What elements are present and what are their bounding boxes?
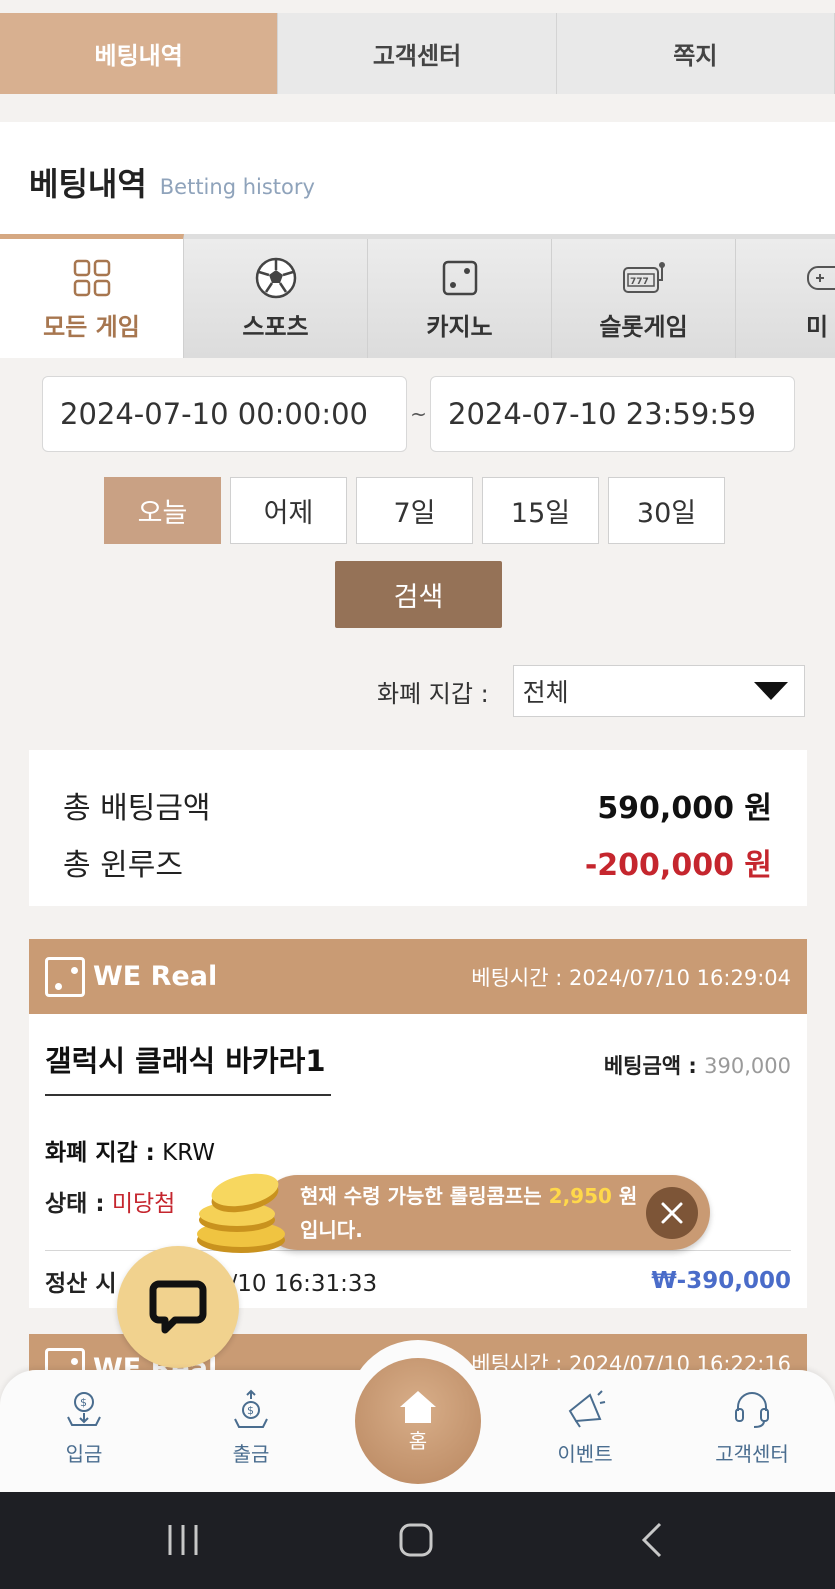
- withdraw-icon: $: [231, 1386, 271, 1432]
- system-nav-bar: [0, 1492, 835, 1589]
- back-icon[interactable]: [637, 1520, 667, 1560]
- page-header: 베팅내역 Betting history: [0, 122, 835, 234]
- bet-amount-value: 390,000: [704, 1054, 791, 1078]
- toast-text-line2: 입니다.: [300, 1217, 363, 1242]
- coins-icon: [193, 1168, 293, 1258]
- nav-label: 출금: [232, 1442, 270, 1466]
- wallet-info-value: KRW: [162, 1140, 216, 1166]
- rolling-comp-toast: 현재 수령 가능한 롤링콤프는 2,950 원 입니다.: [260, 1175, 710, 1250]
- game-tab-label: 슬롯게임: [599, 313, 688, 341]
- game-tab-all[interactable]: 모든 게임: [0, 234, 184, 358]
- date-separator: ~: [410, 402, 427, 426]
- end-date-input[interactable]: 2024-07-10 23:59:59: [430, 376, 795, 452]
- game-tab-sports[interactable]: 스포츠: [184, 239, 368, 358]
- provider: WE Real: [45, 956, 218, 997]
- game-tab-casino[interactable]: 카지노: [368, 239, 552, 358]
- nav-label: 홈: [408, 1428, 428, 1453]
- soccer-ball-icon: [255, 255, 297, 301]
- bet-time-label: 베팅시간 :: [471, 965, 563, 990]
- total-bet-value: 590,000 원: [597, 790, 772, 826]
- nav-label: 고객센터: [715, 1442, 789, 1466]
- dice-icon: [45, 956, 85, 997]
- game-tab-label: 스포츠: [242, 313, 309, 341]
- page-title: 베팅내역: [29, 165, 147, 203]
- wallet-info-label: 화폐 지갑 :: [45, 1140, 155, 1166]
- wallet-filter-label: 화폐 지갑 :: [377, 679, 489, 708]
- toast-amount: 2,950: [548, 1183, 612, 1208]
- wallet-filter: 화폐 지갑 : 전체: [377, 665, 805, 717]
- start-date-input[interactable]: 2024-07-10 00:00:00: [42, 376, 407, 452]
- provider-name: WE Real: [93, 961, 218, 992]
- total-bet-label: 총 배팅금액: [63, 790, 211, 826]
- svg-text:$: $: [247, 1404, 254, 1417]
- settlement-label: 정산 시: [45, 1271, 117, 1297]
- period-30days-button[interactable]: 30일: [608, 477, 725, 544]
- recent-apps-icon[interactable]: [165, 1520, 201, 1560]
- game-tab-slots[interactable]: 777 슬롯게임: [552, 239, 736, 358]
- settlement-amount: ₩-390,000: [651, 1268, 791, 1294]
- slot-machine-icon: 777: [622, 255, 666, 301]
- game-tab-minigame[interactable]: 미: [736, 239, 835, 358]
- search-button[interactable]: 검색: [335, 561, 502, 628]
- period-buttons: 오늘 어제 7일 15일 30일: [104, 477, 725, 544]
- wallet-select-value: 전체: [522, 678, 569, 707]
- bet-amount-label: 베팅금액 :: [603, 1054, 697, 1078]
- status-label: 상태 :: [45, 1191, 105, 1217]
- total-winloss-label: 총 윈루즈: [63, 847, 183, 883]
- deposit-icon: $: [64, 1386, 104, 1432]
- dice-icon: [442, 255, 478, 301]
- gamepad-icon: [806, 255, 835, 301]
- nav-withdraw[interactable]: $ 출금: [196, 1386, 306, 1467]
- headset-icon: [732, 1386, 772, 1432]
- grid-icon: [73, 255, 111, 301]
- home-system-icon[interactable]: [398, 1520, 434, 1560]
- nav-event[interactable]: 이벤트: [530, 1386, 640, 1467]
- tab-customer-center[interactable]: 고객센터: [278, 13, 557, 94]
- game-tab-label: 모든 게임: [43, 313, 140, 341]
- period-15days-button[interactable]: 15일: [482, 477, 599, 544]
- bet-card-header: WE Real 베팅시간 : 2024/07/10 16:29:04: [29, 939, 807, 1014]
- bet-amount: 베팅금액 : 390,000: [604, 1050, 791, 1080]
- top-tabs: 베팅내역 고객센터 쪽지: [0, 13, 835, 94]
- game-category-tabs: 모든 게임 스포츠 카지노 777 슬롯게임 미: [0, 234, 835, 358]
- home-icon: [400, 1390, 436, 1423]
- game-tab-label: 카지노: [426, 313, 493, 341]
- period-today-button[interactable]: 오늘: [104, 477, 221, 544]
- nav-home[interactable]: 홈: [355, 1358, 481, 1484]
- date-range: 2024-07-10 00:00:00 ~ 2024-07-10 23:59:5…: [42, 376, 795, 452]
- betting-summary: 총 배팅금액 590,000 원 총 윈루즈 -200,000 원: [29, 750, 807, 906]
- wallet-select[interactable]: 전체: [512, 665, 805, 717]
- bet-card: WE Real 베팅시간 : 2024/07/10 16:29:04 갤럭시 클…: [29, 939, 807, 1308]
- nav-customer-center[interactable]: 고객센터: [697, 1386, 807, 1467]
- wallet-info: 화폐 지갑 : KRW: [45, 1133, 791, 1167]
- close-icon[interactable]: [646, 1187, 698, 1239]
- game-tab-label: 미: [806, 313, 829, 341]
- chat-bubble-icon: [149, 1280, 207, 1334]
- megaphone-icon: [564, 1386, 606, 1432]
- chat-button[interactable]: [117, 1246, 239, 1368]
- svg-text:$: $: [80, 1396, 87, 1409]
- status-badge: 미당첨: [111, 1191, 176, 1217]
- chevron-down-icon: [753, 682, 788, 700]
- tab-messages[interactable]: 쪽지: [556, 13, 835, 94]
- toast-message: 현재 수령 가능한 롤링콤프는 2,950 원 입니다.: [300, 1179, 637, 1247]
- toast-text: 현재 수령 가능한 롤링콤프는: [300, 1183, 549, 1208]
- svg-text:777: 777: [630, 277, 649, 287]
- period-7days-button[interactable]: 7일: [356, 477, 473, 544]
- nav-deposit[interactable]: $ 입금: [29, 1386, 139, 1467]
- toast-unit: 원: [611, 1183, 638, 1208]
- page-subtitle: Betting history: [159, 175, 315, 199]
- total-bet-row: 총 배팅금액 590,000 원: [63, 776, 772, 833]
- total-winloss-value: -200,000 원: [584, 847, 772, 883]
- game-name: 갤럭시 클래식 바카라1: [45, 1038, 331, 1096]
- total-winloss-row: 총 윈루즈 -200,000 원: [63, 833, 772, 890]
- nav-label: 이벤트: [557, 1442, 613, 1466]
- period-yesterday-button[interactable]: 어제: [230, 477, 347, 544]
- bet-time: 베팅시간 : 2024/07/10 16:29:04: [471, 962, 791, 992]
- bet-time-value: 2024/07/10 16:29:04: [568, 965, 791, 990]
- tab-betting-history[interactable]: 베팅내역: [0, 13, 279, 94]
- nav-label: 입금: [65, 1442, 103, 1466]
